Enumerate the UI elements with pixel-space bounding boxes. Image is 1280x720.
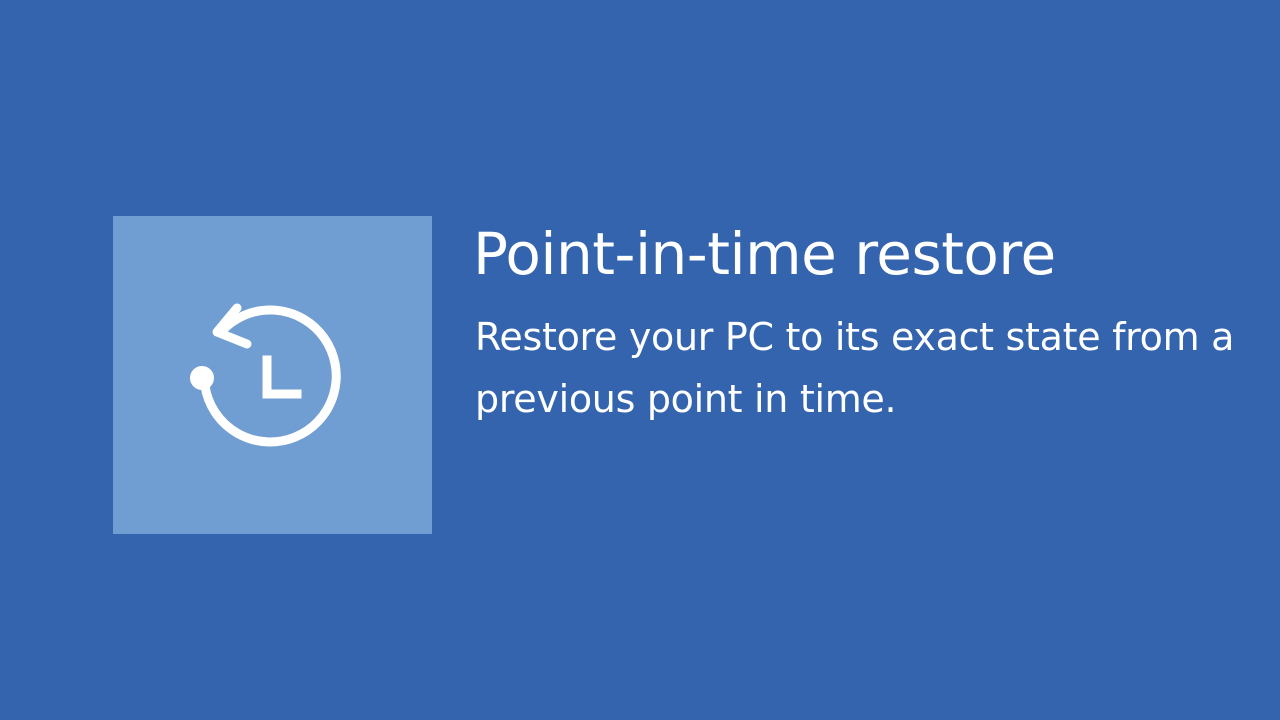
history-clock-icon: [190, 303, 341, 447]
option-text: Point-in-time restore Restore your PC to…: [473, 216, 1234, 430]
option-title: Point-in-time restore: [473, 220, 1056, 288]
point-in-time-restore-option[interactable]: Point-in-time restore Restore your PC to…: [113, 216, 1234, 534]
option-description: Restore your PC to its exact state from …: [475, 315, 1235, 421]
option-icon-tile: [113, 216, 432, 534]
